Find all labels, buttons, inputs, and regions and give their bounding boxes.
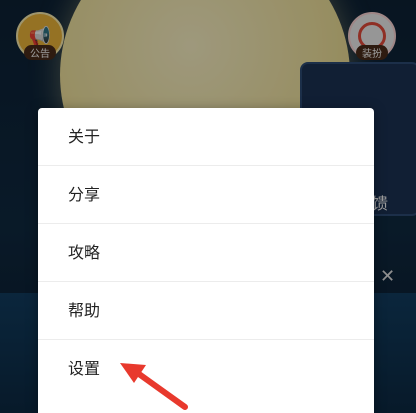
pointer-arrow-icon [120, 363, 188, 410]
menu-item-share[interactable]: 分享 [38, 166, 374, 224]
menu-item-guide[interactable]: 攻略 [38, 224, 374, 282]
menu-item-about[interactable]: 关于 [38, 108, 374, 166]
menu-item-help[interactable]: 帮助 [38, 282, 374, 340]
